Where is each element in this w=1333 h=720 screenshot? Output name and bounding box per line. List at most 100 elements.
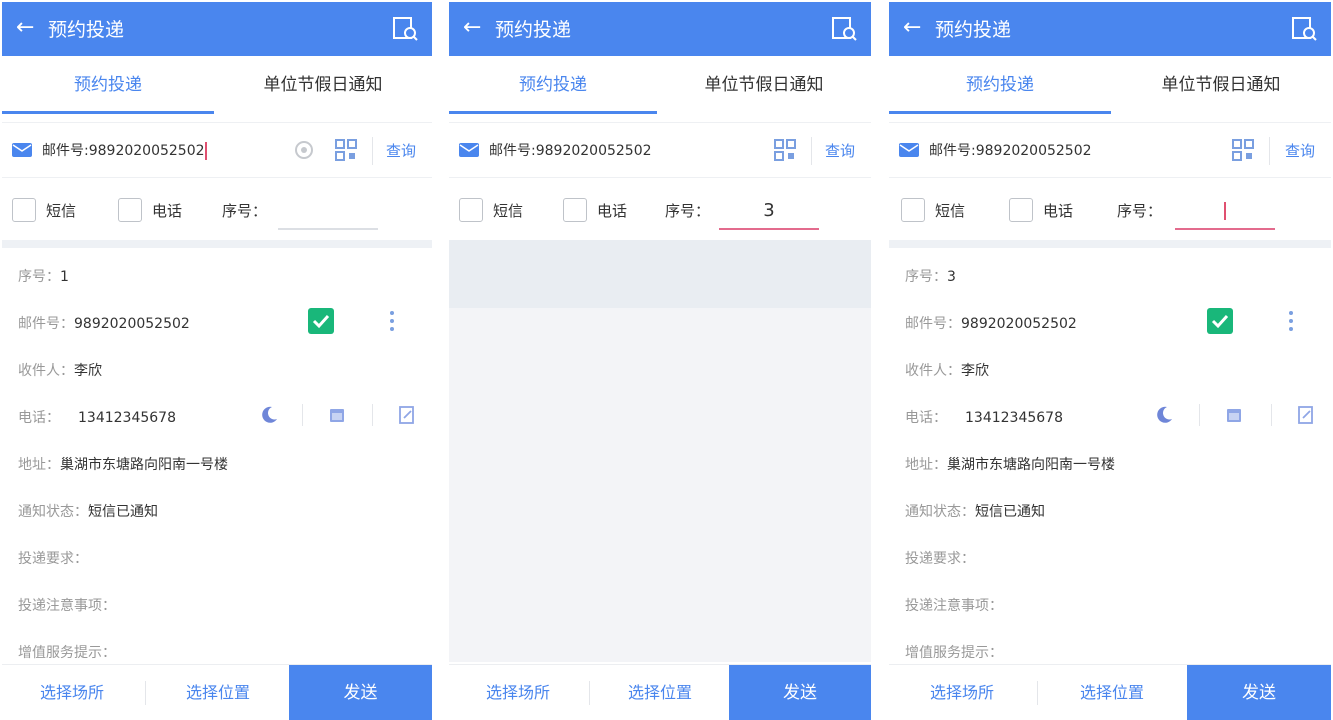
phone-checkbox[interactable]	[118, 198, 142, 222]
tab-appointment-delivery[interactable]: 预约投递	[449, 56, 657, 116]
edit-icon[interactable]	[396, 404, 418, 426]
send-button[interactable]: 发送	[729, 665, 871, 720]
qr-scan-icon[interactable]	[773, 138, 797, 162]
active-tab-indicator	[449, 111, 657, 114]
qr-scan-icon[interactable]	[1231, 138, 1255, 162]
sms-checkbox[interactable]	[901, 198, 925, 222]
doc-search-icon[interactable]	[829, 14, 859, 44]
phone-label: 电话	[597, 202, 628, 220]
query-button[interactable]: 查询	[386, 140, 416, 161]
moon-icon[interactable]	[258, 404, 280, 426]
send-button[interactable]: 发送	[1187, 665, 1331, 720]
vertical-dots-icon[interactable]	[382, 308, 402, 334]
seq-label: 序号：	[1117, 202, 1163, 220]
page-title: 预约投递	[495, 19, 572, 41]
filter-row: 短信 电话 序号：	[889, 180, 1331, 240]
choose-place-button[interactable]: 选择场所	[889, 665, 1035, 720]
edit-icon[interactable]	[1295, 404, 1317, 426]
mail-number-input[interactable]: 邮件号:9892020052502	[42, 140, 207, 160]
app-bar: ← 预约投递	[2, 2, 432, 56]
detail-seq: 序号：3	[905, 269, 956, 285]
detail-address: 地址：巢湖市东塘路向阳南一号楼	[905, 457, 1115, 473]
divider	[1271, 404, 1272, 426]
mail-search-row: 邮件号:9892020052502 查询	[2, 122, 432, 178]
envelope-icon	[459, 143, 479, 157]
choose-place-button[interactable]: 选择场所	[2, 665, 142, 720]
detail-seq: 序号：1	[18, 269, 69, 285]
seq-input[interactable]	[278, 194, 378, 230]
delivery-detail-card: 序号：3 邮件号：9892020052502 收件人：李欣 电话： 1341234…	[889, 250, 1331, 666]
selected-checkbox[interactable]	[308, 308, 334, 334]
detail-recipient: 收件人：李欣	[905, 363, 989, 379]
back-arrow-icon[interactable]: ←	[16, 16, 34, 40]
doc-search-icon[interactable]	[1289, 14, 1319, 44]
sms-checkbox[interactable]	[459, 198, 483, 222]
choose-location-button[interactable]: 选择位置	[1039, 665, 1185, 720]
mail-search-row: 邮件号:9892020052502 查询	[449, 122, 871, 178]
section-gap	[889, 240, 1331, 248]
divider	[1037, 681, 1038, 705]
detail-value-added: 增值服务提示：	[18, 645, 116, 661]
query-button[interactable]: 查询	[1285, 140, 1315, 161]
active-tab-indicator	[889, 111, 1111, 114]
app-bar: ← 预约投递	[889, 2, 1331, 56]
tab-bar: 预约投递 单位节假日通知	[889, 56, 1331, 116]
tab-holiday-notice[interactable]: 单位节假日通知	[214, 56, 432, 116]
back-arrow-icon[interactable]: ←	[463, 16, 481, 40]
text-caret	[204, 142, 207, 160]
phone-label: 电话	[1043, 202, 1074, 220]
tab-bar: 预约投递 单位节假日通知	[2, 56, 432, 116]
mail-number-input[interactable]: 邮件号:9892020052502	[929, 140, 1092, 160]
detail-notify-status: 通知状态：短信已通知	[905, 504, 1045, 520]
tab-holiday-notice[interactable]: 单位节假日通知	[1111, 56, 1331, 116]
app-bar: ← 预约投递	[449, 2, 871, 56]
checkmark-icon	[312, 314, 330, 329]
sms-label: 短信	[46, 202, 77, 220]
detail-delivery-requirement: 投递要求：	[905, 551, 975, 567]
envelope-icon	[899, 143, 919, 157]
tab-appointment-delivery[interactable]: 预约投递	[2, 56, 214, 116]
back-arrow-icon[interactable]: ←	[903, 16, 921, 40]
choose-place-button[interactable]: 选择场所	[449, 665, 587, 720]
query-button[interactable]: 查询	[825, 140, 855, 161]
active-tab-indicator	[2, 111, 214, 114]
clear-circle-icon[interactable]	[294, 140, 314, 160]
choose-location-button[interactable]: 选择位置	[591, 665, 729, 720]
vertical-dots-icon[interactable]	[1281, 308, 1301, 334]
mail-search-row: 邮件号:9892020052502 查询	[889, 122, 1331, 178]
seq-input[interactable]: 3	[719, 194, 819, 230]
mail-number-prefix: 邮件号:	[929, 143, 976, 159]
moon-icon[interactable]	[1153, 404, 1175, 426]
calendar-icon[interactable]	[1223, 404, 1245, 426]
calendar-icon[interactable]	[326, 404, 348, 426]
phone-checkbox[interactable]	[1009, 198, 1033, 222]
bottom-action-bar: 选择场所 选择位置 发送	[449, 664, 871, 720]
section-gap	[2, 240, 432, 248]
delivery-detail-card: 序号：1 邮件号：9892020052502 收件人：李欣 电话： 1341234…	[2, 250, 432, 666]
selected-checkbox[interactable]	[1207, 308, 1233, 334]
mail-number-value: 9892020052502	[535, 143, 652, 159]
text-caret	[1224, 202, 1226, 220]
phone-checkbox[interactable]	[563, 198, 587, 222]
seq-input[interactable]	[1175, 194, 1275, 230]
mail-number-prefix: 邮件号:	[42, 143, 89, 159]
phone-screen-2: ← 预约投递 预约投递 单位节假日通知 邮件号:9892020052502 查询…	[449, 0, 871, 720]
mail-number-input[interactable]: 邮件号:9892020052502	[489, 140, 652, 160]
detail-recipient: 收件人：李欣	[18, 363, 102, 379]
tab-holiday-notice[interactable]: 单位节假日通知	[657, 56, 871, 116]
seq-label: 序号：	[665, 202, 711, 220]
divider	[372, 404, 373, 426]
filter-row: 短信 电话 序号：	[2, 180, 432, 240]
choose-location-button[interactable]: 选择位置	[148, 665, 288, 720]
tab-appointment-delivery[interactable]: 预约投递	[889, 56, 1111, 116]
divider	[302, 404, 303, 426]
detail-delivery-notes: 投递注意事项：	[905, 598, 1003, 614]
doc-search-icon[interactable]	[390, 14, 420, 44]
bottom-action-bar: 选择场所 选择位置 发送	[889, 664, 1331, 720]
qr-scan-icon[interactable]	[334, 138, 358, 162]
sms-checkbox[interactable]	[12, 198, 36, 222]
empty-result-area	[449, 308, 871, 662]
detail-phone: 电话： 13412345678	[18, 410, 176, 426]
envelope-icon	[12, 143, 32, 157]
send-button[interactable]: 发送	[289, 665, 432, 720]
